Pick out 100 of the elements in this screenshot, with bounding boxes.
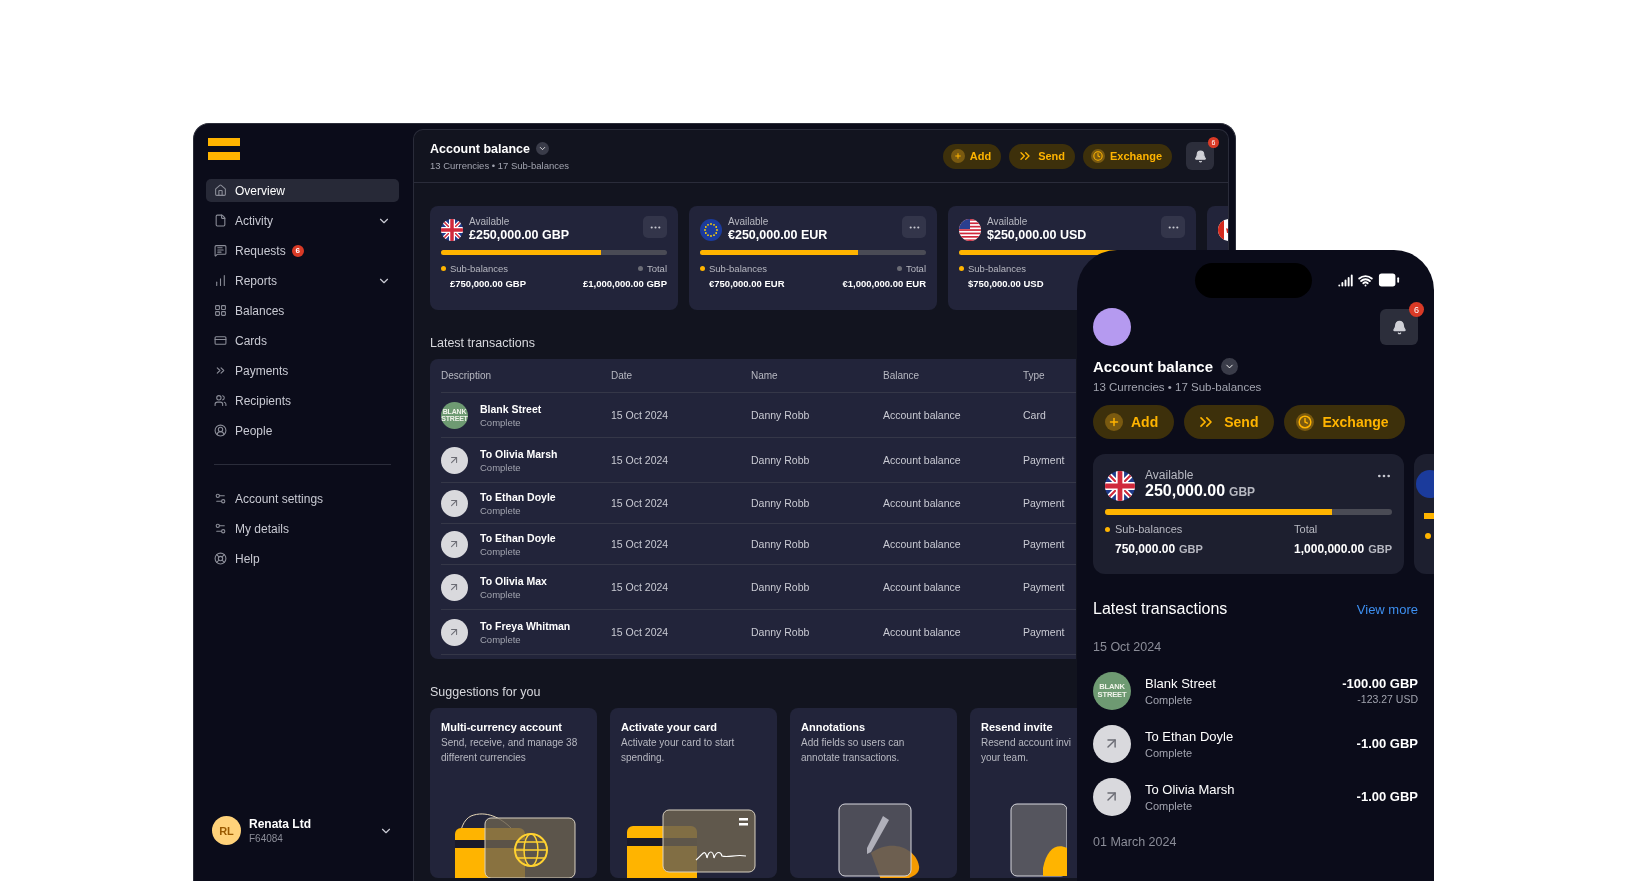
table-cell-text: 15 Oct 2024 [611,409,670,421]
view-more-link[interactable]: View more [1356,601,1418,617]
card-icon [214,334,227,347]
table-cell-text: Danny Robb [751,409,811,421]
clock-icon [1091,149,1106,163]
nav-label: Payments [235,363,290,378]
nav-item[interactable]: My details [206,517,399,540]
table-cell-text: Card [1023,409,1047,421]
table-cell-text: 15 Oct 2024 [611,581,670,593]
legend-value: £1,000,000.00 GBP [582,278,667,289]
grid-icon [214,304,227,317]
table-cell-text: Payment [1023,454,1066,466]
transaction-row[interactable]: To Olivia Marsh Complete -1.00 GBP [1093,770,1418,823]
nav-item[interactable]: Balances [206,299,399,322]
count-badge: 6 [291,244,304,257]
plus-icon [950,149,965,163]
status-text: Complete [480,545,522,557]
nav-label: People [235,423,274,438]
table-cell-text: Account balance [883,409,962,421]
bell-icon [1193,149,1207,163]
table-cell-text: Account balance [883,581,962,593]
currency-code: GBP [1229,485,1256,499]
table-cell-text: Payment [1023,626,1066,638]
suggestion-card[interactable]: Resend invite Resend account invi your team. [970,708,1078,878]
legend-value: €750,000.00 EUR [708,278,785,289]
suggestion-card[interactable]: Multi-currency account Send, receive, and manage 38 different currencies [430,708,597,878]
message-icon [214,244,227,257]
transaction-name: To Ethan Doyle [1145,728,1234,744]
nav-item[interactable]: Account settings [206,487,399,510]
nav-label: Balances [235,303,286,318]
action-button[interactable]: Exchange [1083,143,1172,169]
sliders-icon [214,522,227,535]
nav-item[interactable]: Reports [206,269,399,292]
action-button[interactable]: Add [1093,405,1175,439]
nav-item[interactable]: Recipients [206,389,399,412]
transaction-row[interactable]: To Ethan Doyle Complete -1.00 GBP [1093,717,1418,770]
nav-label: Reports [235,273,279,288]
chevron-down-icon[interactable] [1221,358,1239,375]
more-button[interactable] [1161,216,1185,238]
table-row[interactable]: To Ethan Doyle Complete 15 Oct 2024 Danny Robb Account balance Payment [441,483,1076,524]
suggestion-card[interactable]: Annotations Add fields so users can annotate transactions. [790,708,957,878]
notifications-button[interactable] [1186,142,1214,170]
legend-label: Sub-balances [959,263,1027,274]
available-label: Available [1145,468,1195,482]
description-text: To Olivia Marsh [480,447,558,460]
nav-item[interactable]: Help [206,547,399,570]
flag-icon [441,219,463,241]
action-button[interactable]: Send [1009,143,1076,169]
available-label: Available [987,216,1029,227]
suggestion-card[interactable]: Activate your card Activate your card to start spending. [610,708,777,878]
transfer-icon [441,573,468,601]
avatar[interactable] [1093,308,1131,346]
transaction-amount: -1.00 GBP [1356,736,1418,751]
table-row[interactable]: To Olivia Marsh Complete 15 Oct 2024 Danny Robb Account balance Payment [441,438,1076,483]
users-icon [214,394,227,407]
account-name: Renata Ltd [249,817,312,831]
transfer-icon [441,489,468,517]
action-button[interactable]: Exchange [1284,405,1405,439]
table-cell-text: Danny Robb [751,497,811,509]
available-label: Available [728,216,770,227]
action-button[interactable]: Send [1184,405,1275,439]
table-row[interactable]: To Ethan Doyle Complete 15 Oct 2024 Danny Robb Account balance Payment [441,524,1076,565]
nav-item[interactable]: Requests 6 [206,239,399,262]
nav-label: Recipients [235,393,293,408]
more-button[interactable] [643,216,667,238]
legend-label: Sub-balances [441,263,509,274]
nav-label: Cards [235,333,268,348]
signal-icon [1338,272,1353,288]
action-button[interactable]: Add [942,143,1002,169]
column-header: Date [611,370,634,381]
transaction-name: To Olivia Marsh [1145,781,1235,797]
status-text: Complete [1145,693,1194,706]
table-cell-text: Danny Robb [751,538,811,550]
table-cell-text: Payment [1023,497,1066,509]
chevron-down-icon[interactable] [536,142,550,155]
flag-icon [1105,471,1135,501]
bell-icon [1391,319,1407,335]
balance-amount: £250,000.00 GBP [469,228,570,242]
table-row[interactable]: To Olivia Max Complete 15 Oct 2024 Danny Robb Account balance Payment [441,565,1076,610]
legend-label: Total [896,263,926,274]
status-text: Complete [480,588,522,600]
table-cell-text: Account balance [883,454,962,466]
table-cell-text: 15 Oct 2024 [611,538,670,550]
legend-value: £750,000.00 GBP [449,278,527,289]
nav-item[interactable]: Activity [206,209,399,232]
nav-item[interactable]: People [206,419,399,442]
available-label: Available [469,216,511,227]
nav-item[interactable]: Cards [206,329,399,352]
legend-label: Total [1294,523,1318,535]
column-header: Description [441,370,493,381]
table-row[interactable]: To Freya Whitman Complete 15 Oct 2024 Danny Robb Account balance Payment [441,610,1076,655]
page-subtitle: 13 Currencies • 17 Sub-balances [430,159,570,171]
nav-label: Overview [235,183,286,198]
nav-item[interactable]: Payments [206,359,399,382]
notifications-button[interactable] [1380,309,1418,345]
more-button[interactable] [902,216,926,238]
nav-item[interactable]: Overview [206,179,399,202]
table-cell-text: Account balance [883,626,962,638]
table-cell-text: Danny Robb [751,454,811,466]
description-text: To Ethan Doyle [480,490,556,503]
